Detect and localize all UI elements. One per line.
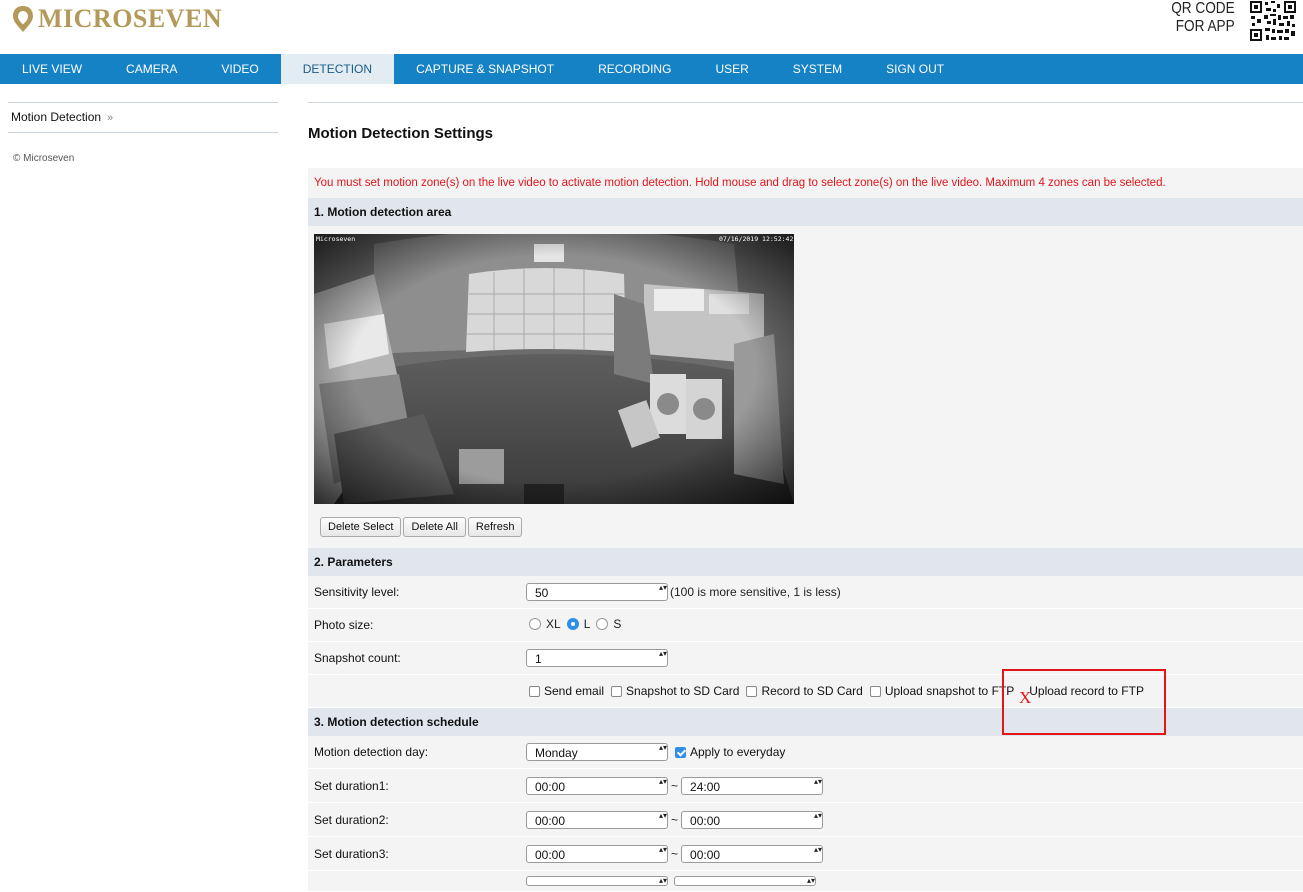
snapshot-sd-label: Snapshot to SD Card [626,684,740,698]
sidebar-item-motion-detection[interactable]: Motion Detection » [8,102,278,133]
record-sd-label: Record to SD Card [761,684,863,698]
apply-everyday-option[interactable]: Apply to everyday [675,745,785,759]
duration2-label: Set duration2: [314,812,389,827]
duration3-from-select[interactable]: 00:00 [526,844,668,863]
record-sd-option[interactable]: Record to SD Card [746,684,863,698]
duration2-to-select[interactable]: 00:00 [681,810,824,829]
snapshot-sd-option[interactable]: Snapshot to SD Card [611,684,739,698]
camera-feed-image: Microseven 07/16/2019 12:52:42 [314,234,794,504]
nav-item-detection[interactable]: DETECTION [280,54,395,84]
photo-size-options: XL L S [526,617,627,633]
upload-snapshot-ftp-checkbox[interactable] [869,685,881,697]
delete-all-button[interactable]: Delete All [403,517,466,537]
photo-size-option-xl[interactable]: XL [529,617,561,631]
duration-row-4 [308,871,1303,892]
zone-button-row: Delete Select Delete All Refresh [308,506,1303,548]
section-heading-area: 1. Motion detection area [308,198,1303,226]
send-email-label: Send email [544,684,605,698]
header: MICROSEVEN QR CODE FOR APP [0,0,1303,54]
logo[interactable]: MICROSEVEN [12,4,222,34]
sensitivity-select[interactable]: 50 [526,583,668,601]
duration1-label: Set duration1: [314,778,389,793]
delete-select-button[interactable]: Delete Select [320,517,402,537]
video-timestamp: 07/16/2019 12:52:42 [719,235,793,243]
nav-item-capture-snapshot[interactable]: CAPTURE & SNAPSHOT [394,54,576,84]
sidebar: Motion Detection » © Microseven [8,102,278,164]
photo-size-option-s[interactable]: S [596,617,621,631]
refresh-button[interactable]: Refresh [467,517,523,537]
copyright: © Microseven [13,153,75,164]
sensitivity-hint: (100 is more sensitive, 1 is less) [670,585,841,599]
main-nav: LIVE VIEW CAMERA VIDEO DETECTION CAPTURE & S… [0,54,1303,84]
radio-xl[interactable] [529,618,541,630]
sidebar-item-label: Motion Detection [11,110,102,124]
page-title: Motion Detection Settings [308,125,493,142]
upload-snapshot-ftp-label: Upload snapshot to FTP [884,684,1015,698]
video-container: Microseven 07/16/2019 12:52:42 [308,226,1303,506]
nav-item-system[interactable]: SYSTEM [771,54,864,84]
live-video[interactable]: Microseven 07/16/2019 12:52:42 [314,234,794,504]
duration3-to-select[interactable]: 00:00 [681,844,824,863]
upload-snapshot-ftp-option[interactable]: Upload snapshot to FTP [869,684,1015,698]
duration4-to-select[interactable] [674,876,816,886]
snapshot-sd-checkbox[interactable] [611,685,623,697]
send-email-checkbox[interactable] [529,685,540,697]
duration-row-2: Set duration2: 00:00 ~ 00:00 [308,803,1303,837]
send-email-option[interactable]: Send email [529,684,604,698]
detection-day-label: Motion detection day: [314,745,429,759]
detection-day-select[interactable]: Monday [526,743,668,761]
apply-everyday-checkbox[interactable] [675,746,686,758]
photo-size-row: Photo size: XL L S [308,609,1303,642]
nav-item-camera[interactable]: CAMERA [104,54,199,84]
nav-item-recording[interactable]: RECORDING [576,54,693,84]
duration-row-1: Set duration1: 00:00 ~ 24:00 [308,769,1303,803]
logo-icon [13,6,33,32]
range-separator: ~ [671,778,679,793]
range-separator: ~ [671,812,679,827]
warning-message: You must set motion zone(s) on the live … [308,168,1303,198]
duration-row-3: Set duration3: 00:00 ~ 00:00 [308,837,1303,871]
detection-day-row: Motion detection day: Monday Apply to ev… [308,736,1303,769]
photo-size-option-l[interactable]: L [566,617,591,631]
nav-item-sign-out[interactable]: SIGN OUT [864,54,966,84]
nav-item-video[interactable]: VIDEO [199,54,280,84]
record-sd-checkbox[interactable] [746,685,758,697]
qr-label-line2: FOR APP [1176,18,1235,35]
qr-label-line1: QR CODE [1171,0,1235,17]
section-heading-parameters: 2. Parameters [308,548,1303,576]
sensitivity-label: Sensitivity level: [314,585,400,599]
photo-size-xl-label: XL [546,617,561,631]
chevron-right-icon: » [107,112,114,124]
duration3-label: Set duration3: [314,846,389,861]
qr-label: QR CODE FOR APP [1172,0,1235,36]
duration2-from-select[interactable]: 00:00 [526,810,668,829]
settings-panel: You must set motion zone(s) on the live … [308,168,1303,892]
nav-item-live-view[interactable]: LIVE VIEW [0,54,104,84]
radio-l[interactable] [566,618,579,630]
duration1-from-select[interactable]: 00:00 [526,776,668,795]
duration1-to-select[interactable]: 24:00 [681,776,824,795]
annotation-x-mark: X [1019,688,1032,707]
snapshot-count-label: Snapshot count: [314,651,401,665]
logo-text: MICROSEVEN [38,4,223,33]
main-content: Motion Detection Settings You must set m… [308,102,1303,892]
range-separator: ~ [671,846,679,861]
photo-size-l-label: L [583,617,591,631]
radio-s[interactable] [596,618,609,630]
video-overlay-label: Microseven [316,235,355,243]
nav-item-user[interactable]: USER [693,54,770,84]
photo-size-label: Photo size: [314,618,374,632]
snapshot-count-select[interactable]: 1 [526,649,668,667]
qr-code-icon [1249,0,1297,42]
sensitivity-row: Sensitivity level: 50 (100 is more sensi… [308,576,1303,609]
apply-everyday-label: Apply to everyday [690,745,786,759]
photo-size-s-label: S [613,617,622,631]
duration4-from-select[interactable] [526,876,668,886]
divider [308,102,1303,103]
